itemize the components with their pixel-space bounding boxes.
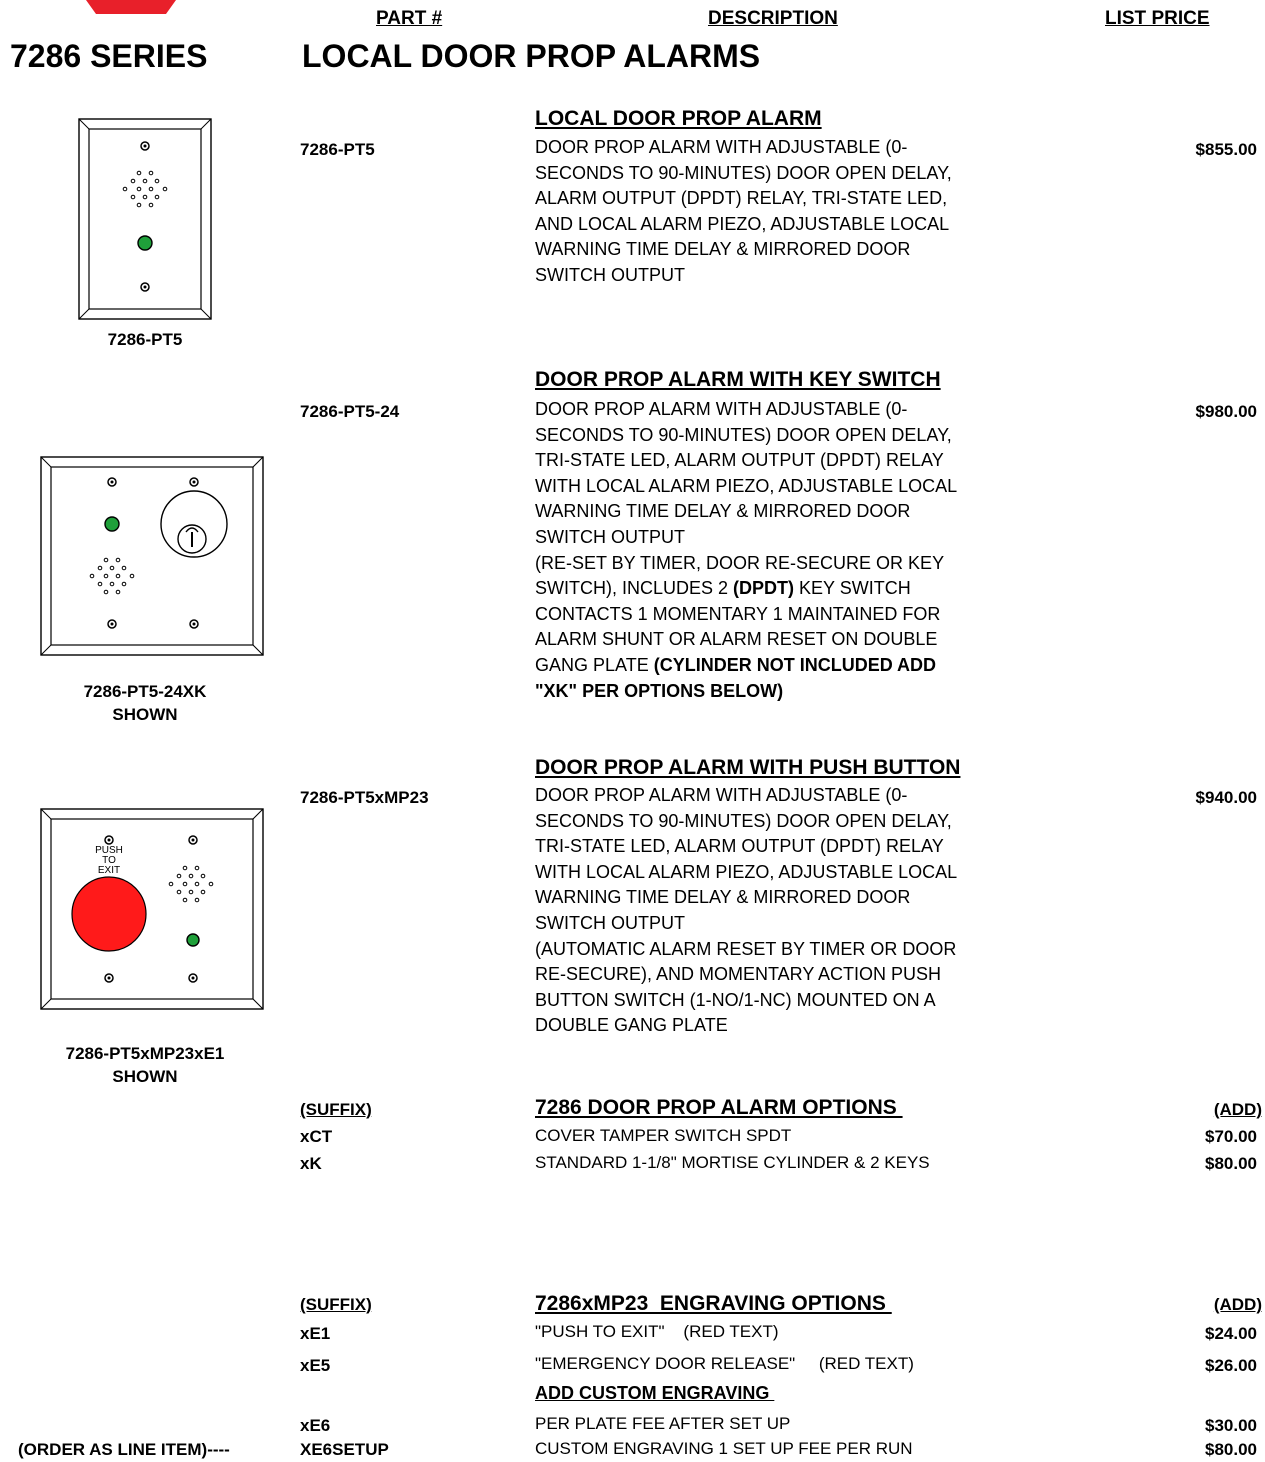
double-gang-pushbutton-plate-image: PUSH TO EXIT: [40, 808, 264, 1010]
order-as-line-item-note: (ORDER AS LINE ITEM)----: [18, 1440, 230, 1459]
product-heading: LOCAL DOOR PROP ALARM: [535, 107, 822, 130]
option-price: $70.00: [1205, 1127, 1257, 1146]
product-heading: DOOR PROP ALARM WITH KEY SWITCH: [535, 368, 941, 391]
product-caption: 7286-PT5xMP23xE1 SHOWN: [65, 1044, 225, 1086]
option-code: xE1: [300, 1324, 331, 1343]
product-description: DOOR PROP ALARM WITH ADJUSTABLE (0- SECO…: [535, 399, 958, 701]
series-number: 7286 SERIES: [10, 38, 208, 74]
part-number: 7286-PT5xMP23: [300, 788, 429, 807]
option-code: xE6: [300, 1416, 331, 1435]
option-description: "PUSH TO EXIT" (RED TEXT): [535, 1322, 779, 1341]
options-heading: 7286xMP23 ENGRAVING OPTIONS: [535, 1292, 892, 1315]
description-column-header: DESCRIPTION: [708, 8, 838, 29]
push-to-exit-engraving: PUSH TO EXIT: [95, 845, 123, 876]
option-price: $80.00: [1205, 1440, 1257, 1459]
suffix-label: (SUFFIX): [300, 1295, 372, 1314]
list-price: $940.00: [1195, 788, 1257, 807]
product-description: DOOR PROP ALARM WITH ADJUSTABLE (0- SECO…: [535, 785, 958, 1036]
product-caption: 7286-PT5: [107, 330, 183, 349]
option-description: STANDARD 1-1/8" MORTISE CYLINDER & 2 KEY…: [535, 1153, 930, 1172]
custom-engraving-heading: ADD CUSTOM ENGRAVING: [535, 1383, 775, 1403]
part-number: 7286-PT5-24: [300, 402, 400, 421]
part-number: 7286-PT5: [300, 140, 375, 159]
product-caption: 7286-PT5-24XK SHOWN: [83, 682, 207, 724]
option-price: $30.00: [1205, 1416, 1257, 1435]
option-code: xE5: [300, 1356, 331, 1375]
suffix-label: (SUFFIX): [300, 1100, 372, 1119]
single-gang-plate-image: [78, 118, 212, 320]
add-label: (ADD): [1213, 1100, 1262, 1119]
logo-mark: [86, 0, 176, 19]
option-price: $26.00: [1205, 1356, 1257, 1375]
list-price: $855.00: [1195, 140, 1257, 159]
option-description: COVER TAMPER SWITCH SPDT: [535, 1126, 792, 1145]
add-label: (ADD): [1213, 1295, 1262, 1314]
option-code: xK: [300, 1154, 322, 1173]
option-code: xCT: [300, 1127, 333, 1146]
options-heading: 7286 DOOR PROP ALARM OPTIONS: [535, 1096, 903, 1119]
option-description: "EMERGENCY DOOR RELEASE" (RED TEXT): [535, 1354, 914, 1373]
product-description: DOOR PROP ALARM WITH ADJUSTABLE (0- SECO…: [535, 137, 952, 285]
double-gang-key-plate-image: [40, 456, 264, 656]
part-column-header: PART #: [376, 8, 443, 29]
option-code: XE6SETUP: [300, 1440, 389, 1459]
list-price: $980.00: [1195, 402, 1257, 421]
option-price: $24.00: [1205, 1324, 1257, 1343]
option-description: CUSTOM ENGRAVING 1 SET UP FEE PER RUN: [535, 1439, 913, 1458]
product-heading: DOOR PROP ALARM WITH PUSH BUTTON: [535, 756, 961, 779]
option-price: $80.00: [1205, 1154, 1257, 1173]
series-title: LOCAL DOOR PROP ALARMS: [302, 38, 761, 74]
list-price-column-header: LIST PRICE: [1105, 8, 1210, 29]
option-description: PER PLATE FEE AFTER SET UP: [535, 1414, 791, 1433]
